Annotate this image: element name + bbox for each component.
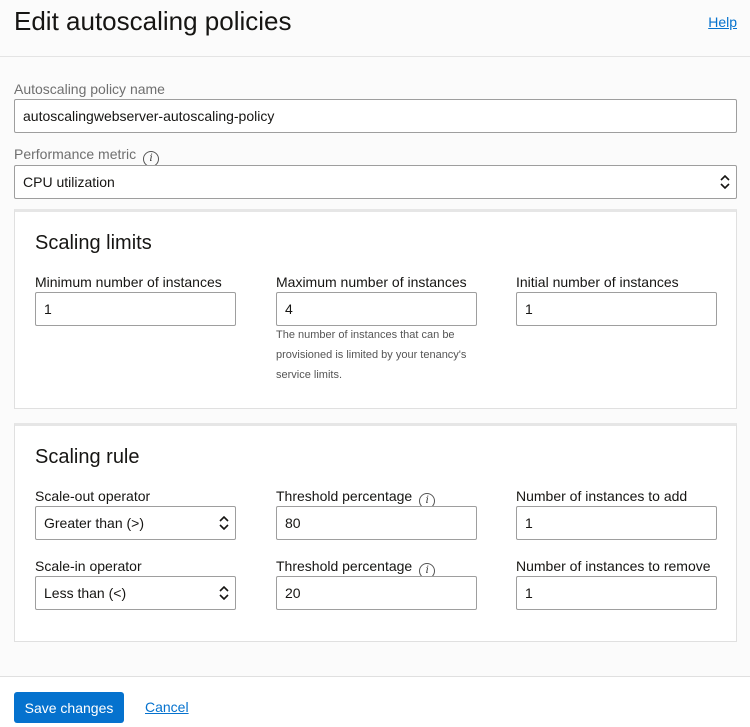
performance-metric-label: Performance metric [14, 146, 137, 162]
instances-to-remove-label: Number of instances to remove [516, 558, 711, 574]
performance-metric-value: CPU utilization [23, 174, 115, 190]
footer-bar: Save changes Cancel [0, 676, 750, 727]
scale-in-operator-label: Scale-in operator [35, 558, 142, 574]
form-body: Autoscaling policy name Performance metr… [0, 57, 750, 676]
min-instances-label: Minimum number of instances [35, 274, 222, 290]
initial-instances-label: Initial number of instances [516, 274, 679, 290]
instances-to-add-label: Number of instances to add [516, 488, 688, 504]
max-instances-input[interactable] [276, 292, 477, 326]
instances-to-add-input[interactable] [516, 506, 717, 540]
initial-instances-input[interactable] [516, 292, 717, 326]
scale-out-threshold-label: Threshold percentage [276, 488, 413, 504]
scaling-rule-panel: Scaling rule Scale-out operator Greater … [14, 423, 737, 642]
policy-name-input[interactable] [14, 99, 737, 133]
performance-metric-label-row: Performance metric i [14, 146, 160, 167]
scale-in-threshold-input[interactable] [276, 576, 477, 610]
instances-to-remove-input[interactable] [516, 576, 717, 610]
scale-out-threshold-input[interactable] [276, 506, 477, 540]
chevron-updown-icon [219, 516, 229, 530]
help-link[interactable]: Help [708, 14, 737, 30]
scaling-rule-title: Scaling rule [35, 446, 140, 468]
scaling-limits-panel: Scaling limits Minimum number of instanc… [14, 209, 737, 409]
scale-out-operator-label: Scale-out operator [35, 488, 151, 504]
scale-in-threshold-label: Threshold percentage [276, 558, 413, 574]
performance-metric-select[interactable]: CPU utilization [14, 165, 737, 199]
min-instances-input[interactable] [35, 292, 236, 326]
cancel-link[interactable]: Cancel [145, 699, 189, 715]
scale-in-operator-select[interactable]: Less than (<) [35, 576, 236, 610]
page-title: Edit autoscaling policies [14, 6, 292, 36]
scale-out-operator-value: Greater than (>) [44, 515, 144, 531]
scaling-limits-title: Scaling limits [35, 232, 152, 254]
chevron-updown-icon [219, 586, 229, 600]
policy-name-label: Autoscaling policy name [14, 81, 165, 97]
save-changes-button[interactable]: Save changes [14, 692, 124, 723]
max-instances-hint: The number of instances that can be prov… [276, 329, 467, 381]
chevron-updown-icon [720, 175, 730, 189]
max-instances-label: Maximum number of instances [276, 274, 467, 290]
scale-out-operator-select[interactable]: Greater than (>) [35, 506, 236, 540]
scale-in-operator-value: Less than (<) [44, 585, 127, 601]
page-header: Edit autoscaling policies Help [0, 0, 750, 57]
